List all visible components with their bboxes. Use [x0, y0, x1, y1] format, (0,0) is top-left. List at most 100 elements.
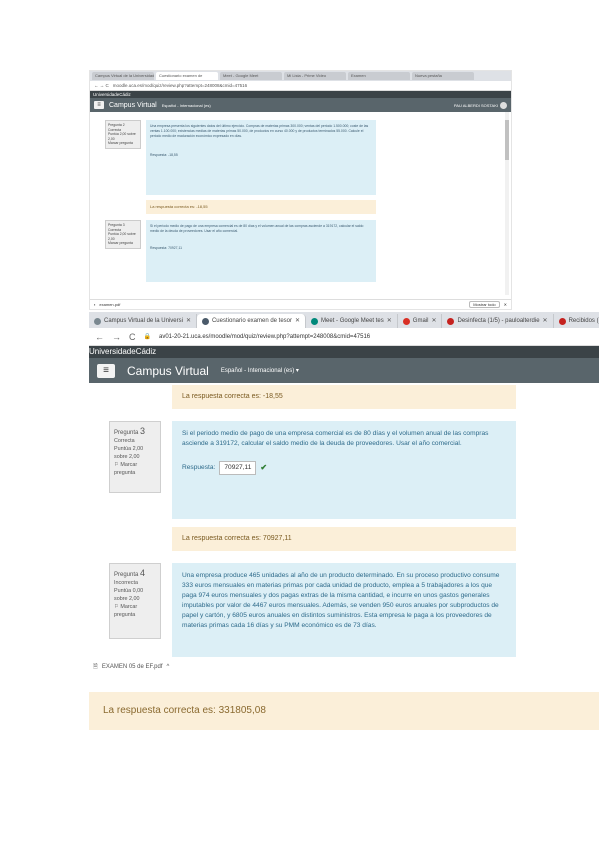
- tab-label: Meet - Google Meet tes: [321, 318, 384, 324]
- nav-buttons-icon[interactable]: ← → C: [94, 83, 109, 88]
- quiz-content: La respuesta correcta es: -18,55 Pregunt…: [89, 383, 599, 657]
- chevron-up-icon[interactable]: ^: [167, 664, 170, 670]
- question-text: Una empresa produce 465 unidades al año …: [182, 572, 500, 629]
- question-info-box: Pregunta 2 Correcta Puntúa 2,00 sobre 2,…: [105, 120, 141, 149]
- response-label: Respuesta:: [182, 464, 216, 471]
- close-tab-icon[interactable]: ✕: [295, 314, 300, 328]
- close-tab-icon[interactable]: ✕: [186, 314, 191, 328]
- browser-tab-bar: Campus Virtual de la Universi ✕ Cuestionar…: [89, 312, 599, 328]
- close-icon[interactable]: ✕: [504, 302, 507, 307]
- correct-answer-feedback: La respuesta correcta es: 70927,11: [172, 527, 516, 551]
- avatar[interactable]: [500, 101, 507, 109]
- question-info-box: Pregunta 4 Incorrecta Puntúa 0,00 sobre …: [109, 563, 161, 639]
- question-score: Puntúa 2,00 sobre 2,00: [114, 446, 144, 460]
- flag-question-link[interactable]: ⚐ Marcar pregunta: [114, 461, 156, 477]
- response-input[interactable]: 70927,11: [219, 461, 257, 475]
- campus-title[interactable]: Campus Virtual: [127, 364, 209, 378]
- quiz-content: Pregunta 2 Correcta Puntúa 2,00 sobre 2,…: [90, 112, 511, 295]
- question-text: Una empresa presenta los siguientes dato…: [150, 124, 369, 138]
- close-tab-icon[interactable]: ✕: [543, 314, 548, 328]
- back-icon[interactable]: ←: [95, 332, 104, 342]
- download-bar: ▪ examen.pdf Mostrar todo ✕: [90, 299, 511, 309]
- flag-question-link[interactable]: Marcar pregunta: [108, 241, 138, 246]
- flag-question-link[interactable]: ⚐ Marcar pregunta: [114, 603, 156, 619]
- language-selector[interactable]: Español - Internacional (es): [162, 103, 211, 108]
- favicon-icon: [311, 317, 319, 325]
- browser-tab[interactable]: Cuestionario examen de tesor ✕: [196, 314, 307, 328]
- university-header: UniversidadeCádiz: [89, 346, 599, 358]
- forward-icon[interactable]: →: [112, 332, 121, 342]
- question-number: Pregunta 3: [114, 426, 146, 437]
- url-text[interactable]: av01-20-21.uca.es/moodle/mod/quiz/review…: [159, 334, 370, 340]
- question-text: Si el periodo medio de pago de una empre…: [182, 430, 489, 447]
- question-info-box: Pregunta 3 Correcta Puntúa 2,00 sobre 2,…: [109, 421, 161, 493]
- question-number: Pregunta 4: [114, 568, 146, 579]
- question-text: Si el periodo medio de pago de una empre…: [150, 224, 364, 233]
- user-name: PAU ALBERDI SOSTAKI: [453, 102, 498, 108]
- browser-tab-bar: Campus Virtual de la Universidad Cuestio…: [90, 71, 511, 81]
- menu-icon[interactable]: ≡: [97, 363, 115, 378]
- download-bar: 🗎 EXAMEN 05 de EF.pdf ^: [89, 660, 599, 674]
- campus-title[interactable]: Campus Virtual: [109, 102, 157, 109]
- browser-tab[interactable]: Campus Virtual de la Universi ✕: [89, 314, 197, 328]
- university-header: UniversidadeCádiz: [90, 91, 511, 98]
- user-menu[interactable]: PAU ALBERDI SOSTAKI: [453, 101, 507, 109]
- campus-navbar: ≡ Campus Virtual Español - Internacional…: [90, 98, 511, 112]
- browser-tab[interactable]: Campus Virtual de la Universidad: [92, 72, 154, 80]
- reload-icon[interactable]: C: [129, 332, 136, 342]
- favicon-icon: [558, 317, 566, 325]
- url-text[interactable]: moodle.uca.es/mod/quiz/review.php?attemp…: [113, 83, 247, 88]
- pdf-icon: 🗎: [93, 664, 98, 670]
- response-line: Respuesta: -18,55: [150, 153, 178, 157]
- favicon-icon: [201, 317, 209, 325]
- scrollbar[interactable]: [505, 112, 509, 295]
- address-bar[interactable]: ← → C moodle.uca.es/mod/quiz/review.php?…: [90, 81, 511, 91]
- download-file-name[interactable]: EXAMEN 05 de EF.pdf: [102, 664, 163, 670]
- favicon-icon: [447, 317, 455, 325]
- tab-label: Campus Virtual de la Universi: [104, 318, 183, 324]
- browser-tab[interactable]: Meet - Google Meet: [220, 72, 282, 80]
- question-score: Puntúa 2,00 sobre 2,00: [108, 232, 136, 241]
- address-bar[interactable]: ← → C 🔒 av01-20-21.uca.es/moodle/mod/qui…: [89, 328, 599, 346]
- flag-icon: ⚐: [114, 604, 119, 610]
- screenshot-1: Campus Virtual de la Universidad Cuestio…: [89, 70, 512, 310]
- browser-tab[interactable]: Gmail ✕: [398, 314, 443, 328]
- menu-icon[interactable]: ≡: [94, 101, 104, 109]
- question-text-box: Si el periodo medio de pago de una empre…: [146, 220, 376, 282]
- close-tab-icon[interactable]: ✕: [431, 314, 436, 328]
- favicon-icon: [402, 317, 410, 325]
- question-text-box: Una empresa produce 465 unidades al año …: [172, 563, 516, 657]
- question-score: Puntúa 2,00 sobre 2,00: [108, 132, 136, 141]
- question-info-box: Pregunta 3 Correcta Puntúa 2,00 sobre 2,…: [105, 220, 141, 249]
- lock-icon: 🔒: [143, 334, 151, 340]
- question-score: Puntúa 0,00 sobre 2,00: [114, 588, 144, 602]
- close-tab-icon[interactable]: ✕: [387, 314, 392, 328]
- tab-label: Recibidos (1/5) - pau: [568, 318, 599, 324]
- tab-label: Desinfecta (1/5) - pauloalterdie: [457, 318, 540, 324]
- screenshot-2: Campus Virtual de la Universi ✕ Cuestionar…: [89, 312, 599, 657]
- browser-tab[interactable]: Desinfecta (1/5) - pauloalterdie ✕: [442, 314, 554, 328]
- correct-answer-feedback: La respuesta correcta es: -18,55: [172, 385, 516, 409]
- download-file-name[interactable]: examen.pdf: [99, 302, 120, 307]
- flag-question-link[interactable]: Marcar pregunta: [108, 141, 138, 146]
- flag-icon: ⚐: [114, 462, 119, 468]
- response-line: Respuesta: 70927,11: [150, 246, 182, 250]
- browser-tab[interactable]: Examen: [348, 72, 410, 80]
- response-row: Respuesta: 70927,11 ✔: [182, 461, 506, 475]
- browser-tab[interactable]: Mi Lista - Prime Video: [284, 72, 346, 80]
- scrollbar-thumb[interactable]: [505, 120, 509, 160]
- browser-tab[interactable]: Recibidos (1/5) - pau✕: [554, 314, 599, 328]
- browser-tab[interactable]: Nueva pestaña: [412, 72, 474, 80]
- question-status: Incorrecta: [114, 580, 138, 586]
- question-status: Correcta: [114, 438, 135, 444]
- correct-answer-feedback: La respuesta correcta es: 331805,08: [89, 692, 599, 730]
- browser-tab[interactable]: Meet - Google Meet tes ✕: [306, 314, 398, 328]
- tab-label: Gmail: [412, 318, 429, 324]
- pdf-icon: ▪: [94, 302, 96, 307]
- show-all-button[interactable]: Mostrar todo: [469, 301, 500, 308]
- question-text-box: Una empresa presenta los siguientes dato…: [146, 120, 376, 195]
- checkmark-icon: ✔: [260, 463, 268, 472]
- browser-tab[interactable]: Cuestionario examen de: [156, 72, 218, 80]
- tab-label: Cuestionario examen de tesor: [211, 318, 293, 324]
- language-selector[interactable]: Español - Internacional (es) ▾: [221, 367, 299, 374]
